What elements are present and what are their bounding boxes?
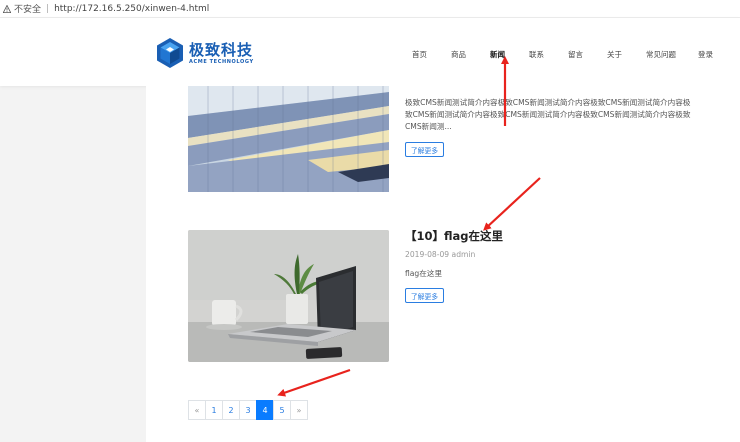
- article-summary: 极致CMS新闻测试简介内容极致CMS新闻测试简介内容极致CMS新闻测试简介内容极…: [405, 98, 691, 132]
- article-title[interactable]: 【10】flag在这里: [405, 228, 503, 244]
- nav-item-messages[interactable]: 留言: [568, 49, 583, 60]
- warning-icon: [3, 4, 11, 13]
- prev-page-button[interactable]: «: [188, 400, 206, 420]
- article-summary: flag在这里: [405, 269, 443, 278]
- article-meta: 2019-08-09 admin: [405, 250, 476, 259]
- page-4-button[interactable]: 4: [256, 400, 274, 420]
- nav-item-contact[interactable]: 联系: [529, 49, 544, 60]
- page-1-button[interactable]: 1: [205, 400, 223, 420]
- site-logo[interactable]: 极致科技 ACME TECHNOLOGY: [155, 37, 254, 69]
- nav-item-faq[interactable]: 常见问题: [646, 49, 676, 60]
- article-image-laptop[interactable]: [188, 230, 389, 362]
- next-page-button[interactable]: »: [290, 400, 308, 420]
- nav-item-products[interactable]: 商品: [451, 49, 466, 60]
- brand-name: 极致科技: [189, 40, 254, 59]
- security-label: 不安全: [14, 5, 42, 15]
- site-header: 极致科技 ACME TECHNOLOGY 首页 商品 新闻 联系 留言 关于 常…: [0, 18, 740, 86]
- pagination: « 1 2 3 4 5 »: [188, 400, 308, 420]
- nav-item-home[interactable]: 首页: [412, 49, 427, 60]
- divider: |: [46, 3, 50, 14]
- article-image-building[interactable]: [188, 86, 389, 192]
- hexagon-cube-icon: [157, 38, 183, 68]
- nav-item-about[interactable]: 关于: [607, 49, 622, 60]
- page-3-button[interactable]: 3: [239, 400, 257, 420]
- building-icon: [188, 86, 389, 192]
- nav-item-login[interactable]: 登录: [698, 49, 713, 60]
- nav-item-news[interactable]: 新闻: [490, 49, 505, 60]
- brand-tagline: ACME TECHNOLOGY: [189, 58, 254, 65]
- address-bar[interactable]: 不安全 | http://172.16.5.250/xinwen-4.html: [0, 0, 740, 18]
- page-5-button[interactable]: 5: [273, 400, 291, 420]
- read-more-button[interactable]: 了解更多: [405, 142, 444, 157]
- laptop-icon: [188, 230, 389, 362]
- url-text[interactable]: http://172.16.5.250/xinwen-4.html: [54, 4, 209, 14]
- page-2-button[interactable]: 2: [222, 400, 240, 420]
- read-more-button[interactable]: 了解更多: [405, 288, 444, 303]
